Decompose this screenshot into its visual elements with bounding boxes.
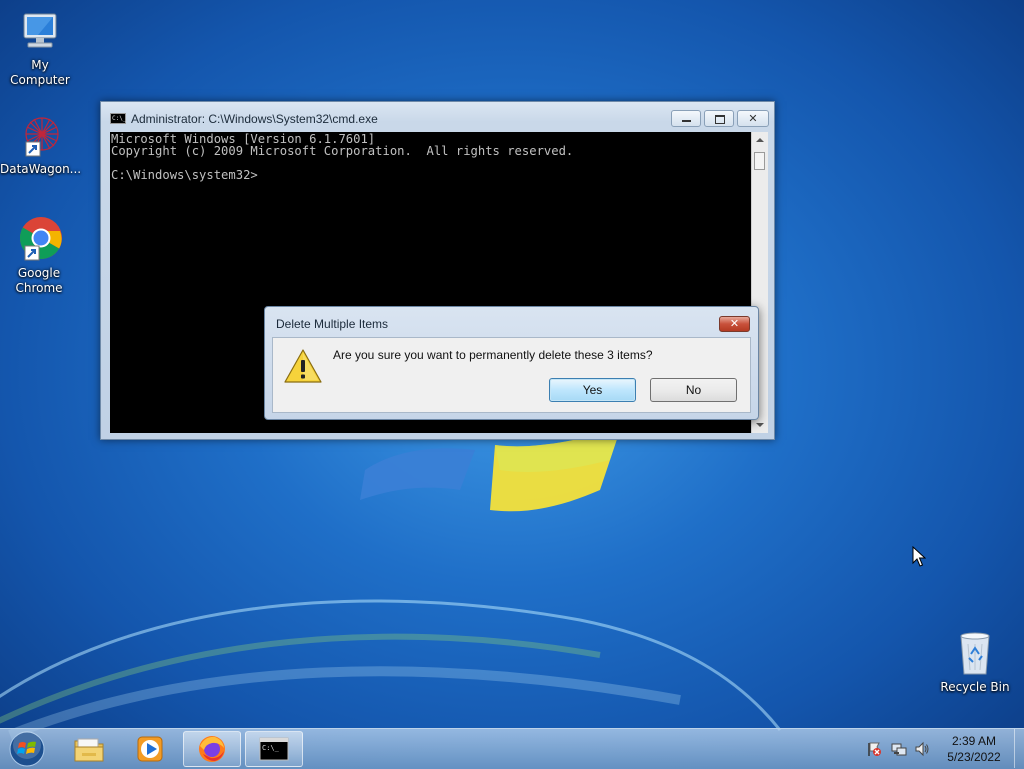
close-icon: ✕	[729, 317, 740, 330]
scroll-thumb[interactable]	[754, 152, 765, 170]
taskbar-media-player[interactable]	[121, 731, 179, 767]
scroll-down-icon[interactable]	[756, 423, 764, 427]
start-button[interactable]	[4, 730, 50, 768]
desktop-icon-google-chrome[interactable]: Google Chrome	[0, 216, 79, 296]
firefox-icon	[199, 736, 225, 762]
desktop-icon-datawagon[interactable]: DataWagon...	[0, 112, 82, 177]
desktop-icon-label: DataWagon...	[0, 162, 82, 176]
dialog-close-button[interactable]: ✕	[719, 316, 750, 332]
desktop-icon-my-computer[interactable]: My Computer	[0, 8, 80, 88]
desktop-icon-label-line1: Google	[17, 266, 61, 280]
cmd-window-title: Administrator: C:\Windows\System32\cmd.e…	[131, 112, 378, 126]
show-desktop-button[interactable]	[1014, 729, 1024, 768]
start-orb-icon	[9, 731, 45, 767]
console-line: Copyright (c) 2009 Microsoft Corporation…	[111, 144, 574, 158]
yes-button[interactable]: Yes	[549, 378, 636, 402]
desktop-icon-label-line2: Chrome	[15, 281, 63, 295]
maximize-button[interactable]	[704, 110, 734, 127]
maximize-icon	[715, 115, 725, 124]
cmd-icon: C:\_	[110, 113, 127, 124]
computer-icon	[16, 8, 64, 56]
no-button[interactable]: No	[650, 378, 737, 402]
cmd-titlebar[interactable]: C:\_ Administrator: C:\Windows\System32\…	[101, 102, 774, 132]
file-explorer-icon	[74, 738, 104, 762]
taskbar-file-explorer[interactable]	[60, 731, 118, 767]
minimize-icon	[682, 120, 691, 122]
close-icon: ✕	[748, 112, 758, 125]
clock-time: 2:39 AM	[951, 734, 997, 748]
wallpaper-windows-logo	[360, 430, 620, 512]
scroll-up-icon[interactable]	[756, 138, 764, 142]
network-icon[interactable]	[891, 741, 907, 757]
wallpaper-swoosh	[0, 599, 782, 740]
warning-icon	[284, 349, 322, 383]
svg-text:C:\_: C:\_	[262, 744, 280, 752]
taskbar-cmd[interactable]: C:\_	[245, 731, 303, 767]
chrome-icon	[15, 216, 63, 264]
volume-icon[interactable]	[914, 741, 930, 757]
desktop-icon-label: Recycle Bin	[940, 680, 1010, 694]
dialog-body: Are you sure you want to permanently del…	[272, 337, 751, 413]
action-center-flag-icon[interactable]	[866, 741, 882, 757]
media-player-icon	[137, 736, 163, 762]
minimize-button[interactable]	[671, 110, 701, 127]
mouse-cursor-icon	[912, 546, 926, 567]
desktop-icon-recycle-bin[interactable]: Recycle Bin	[935, 630, 1015, 695]
desktop-icon-label: My Computer	[10, 58, 70, 87]
dialog-title: Delete Multiple Items	[276, 317, 389, 331]
dialog-message: Are you sure you want to permanently del…	[333, 348, 653, 362]
cmd-icon: C:\_	[259, 737, 289, 761]
close-button[interactable]: ✕	[737, 110, 769, 127]
delete-confirm-dialog[interactable]: Delete Multiple Items ✕ Are you sure you…	[264, 306, 759, 420]
datawagon-icon	[16, 112, 64, 160]
recycle-bin-icon	[951, 630, 999, 678]
system-clock[interactable]: 2:39 AM 5/23/2022	[934, 733, 1014, 765]
taskbar-firefox[interactable]	[183, 731, 241, 767]
taskbar: C:\_	[0, 728, 1024, 769]
console-prompt: C:\Windows\system32>	[111, 168, 258, 182]
clock-date: 5/23/2022	[947, 750, 1001, 764]
